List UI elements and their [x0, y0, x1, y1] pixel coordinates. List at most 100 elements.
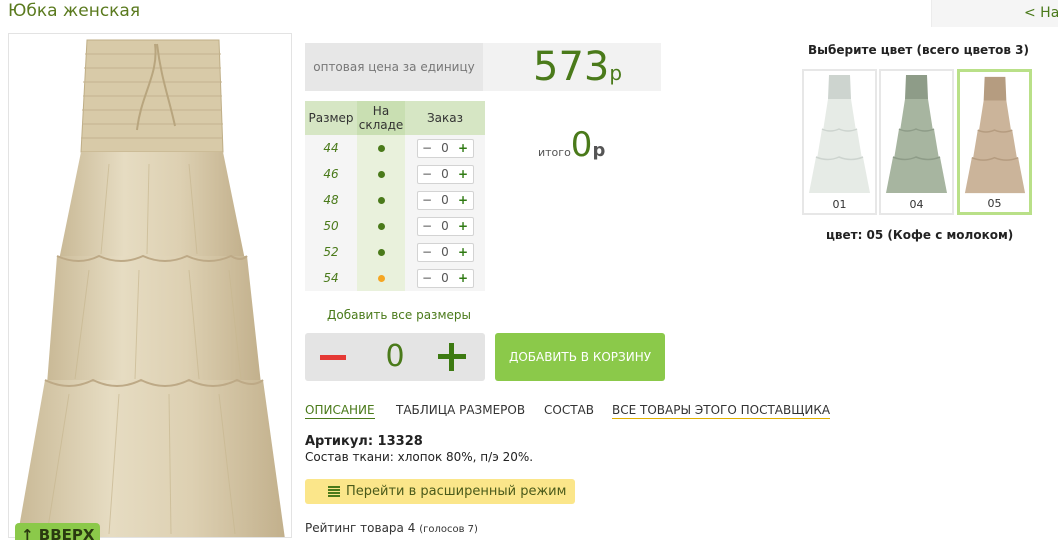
minus-icon[interactable]: − [419, 140, 435, 157]
size-qty-value[interactable]: 0 [435, 218, 455, 235]
size-value: 46 [305, 161, 357, 187]
size-qty-stepper: −0 + [416, 216, 474, 236]
plus-icon[interactable]: + [455, 270, 471, 287]
price-label: оптовая цена за единицу [313, 60, 475, 74]
plus-icon[interactable]: + [455, 140, 471, 157]
plus-icon[interactable]: + [455, 244, 471, 261]
size-row: 50 −0 + [305, 213, 485, 239]
color-swatch-05[interactable]: 05 [957, 69, 1032, 215]
color-swatch-01[interactable]: 01 [802, 69, 877, 215]
price-currency: р [609, 61, 623, 85]
size-row: 46 −0 + [305, 161, 485, 187]
stock-indicator [357, 187, 405, 213]
size-qty-value[interactable]: 0 [435, 270, 455, 287]
add-to-cart-button[interactable]: ДОБАВИТЬ В КОРЗИНУ [495, 333, 665, 381]
swatch-code: 04 [909, 198, 924, 211]
plus-icon[interactable]: + [455, 166, 471, 183]
scroll-up-button[interactable]: ↑ ВВЕРХ [15, 523, 100, 540]
stock-dot-icon [377, 197, 385, 204]
size-table: Размер На складе Заказ 44−0 +46−0 +48−0 +50… [305, 101, 485, 291]
order-cell: −0 + [405, 213, 485, 239]
minus-icon[interactable]: − [419, 218, 435, 235]
stock-dot-icon [377, 275, 385, 282]
order-cell: −0 + [405, 135, 485, 161]
fabric-composition: Состав ткани: хлопок 80%, п/э 20%. [305, 450, 534, 464]
size-row: 52 −0 + [305, 239, 485, 265]
stock-dot-icon [377, 249, 385, 256]
total-label: итого [538, 146, 571, 159]
order-header: Заказ [405, 101, 485, 135]
tab-supplier-products[interactable]: ВСЕ ТОВАРЫ ЭТОГО ПОСТАВЩИКА [612, 403, 831, 419]
stock-indicator [357, 265, 405, 291]
size-row: 48 −0 + [305, 187, 485, 213]
size-value: 44 [305, 135, 357, 161]
price-box: оптовая цена за единицу 573р [305, 43, 661, 91]
stock-dot-icon [377, 145, 385, 152]
quantity-stepper: 0 [305, 333, 485, 381]
skirt-illustration [17, 39, 285, 537]
stock-indicator [357, 161, 405, 187]
size-qty-value[interactable]: 0 [435, 244, 455, 261]
minus-icon[interactable]: − [419, 192, 435, 209]
skirt-thumbnail [809, 75, 870, 193]
order-cell: −0 + [405, 187, 485, 213]
size-qty-stepper: −0 + [416, 268, 474, 288]
order-total: итого0р [538, 125, 605, 165]
size-qty-stepper: −0 + [416, 190, 474, 210]
size-value: 54 [305, 265, 357, 291]
skirt-thumbnail [964, 76, 1026, 194]
swatch-code: 05 [987, 197, 1002, 210]
size-qty-stepper: −0 + [416, 138, 474, 158]
tab-composition[interactable]: СОСТАВ [544, 403, 594, 417]
stock-dot-icon [377, 171, 385, 178]
add-all-sizes-link[interactable]: Добавить все размеры [327, 308, 471, 322]
product-photo[interactable] [8, 33, 292, 538]
skirt-tier-2 [47, 256, 261, 384]
stock-indicator [357, 135, 405, 161]
stock-indicator [357, 239, 405, 265]
size-qty-value[interactable]: 0 [435, 166, 455, 183]
tab-size-chart[interactable]: ТАБЛИЦА РАЗМЕРОВ [396, 403, 525, 417]
color-swatch-04[interactable]: 04 [879, 69, 954, 215]
minus-icon[interactable]: − [419, 166, 435, 183]
price-label-cell: оптовая цена за единицу [305, 43, 483, 91]
plus-icon-vertical[interactable] [449, 343, 454, 371]
size-value: 52 [305, 239, 357, 265]
article-number: Артикул: 13328 [305, 434, 423, 449]
advanced-mode-label: Перейти в расширенный режим [346, 484, 567, 499]
size-qty-value[interactable]: 0 [435, 140, 455, 157]
minus-icon[interactable]: − [419, 270, 435, 287]
stock-dot-icon [377, 223, 385, 230]
size-value: 50 [305, 213, 357, 239]
minus-icon[interactable] [320, 355, 346, 360]
order-cell: −0 + [405, 265, 485, 291]
tab-description[interactable]: ОПИСАНИЕ [305, 403, 375, 419]
size-row: 44 −0 + [305, 135, 485, 161]
size-row: 54 −0 + [305, 265, 485, 291]
plus-icon[interactable]: + [455, 192, 471, 209]
swatch-code: 01 [832, 198, 847, 211]
back-link[interactable]: < Наз [1024, 5, 1058, 21]
size-value: 48 [305, 187, 357, 213]
skirt-thumbnail [886, 75, 947, 193]
size-qty-value[interactable]: 0 [435, 192, 455, 209]
stock-header: На складе [357, 101, 405, 135]
advanced-mode-button[interactable]: Перейти в расширенный режим [305, 479, 575, 504]
list-icon [328, 486, 340, 497]
price-amount: 573 [533, 44, 610, 90]
total-value: 0 [570, 125, 593, 165]
page-title: Юбка женская [8, 1, 141, 21]
minus-icon[interactable]: − [419, 244, 435, 261]
price-value: 573р [533, 43, 622, 97]
order-cell: −0 + [405, 161, 485, 187]
skirt-tier-1 [59, 152, 245, 260]
size-header: Размер [305, 101, 357, 135]
color-picker-heading: Выберите цвет (всего цветов 3) [808, 43, 1029, 57]
plus-icon[interactable]: + [455, 218, 471, 235]
rating-votes: (голосов 7) [419, 524, 478, 535]
stock-indicator [357, 213, 405, 239]
size-qty-stepper: −0 + [416, 242, 474, 262]
total-currency: р [592, 140, 606, 161]
product-rating: Рейтинг товара 4 (голосов 7) [305, 521, 478, 535]
size-qty-stepper: −0 + [416, 164, 474, 184]
